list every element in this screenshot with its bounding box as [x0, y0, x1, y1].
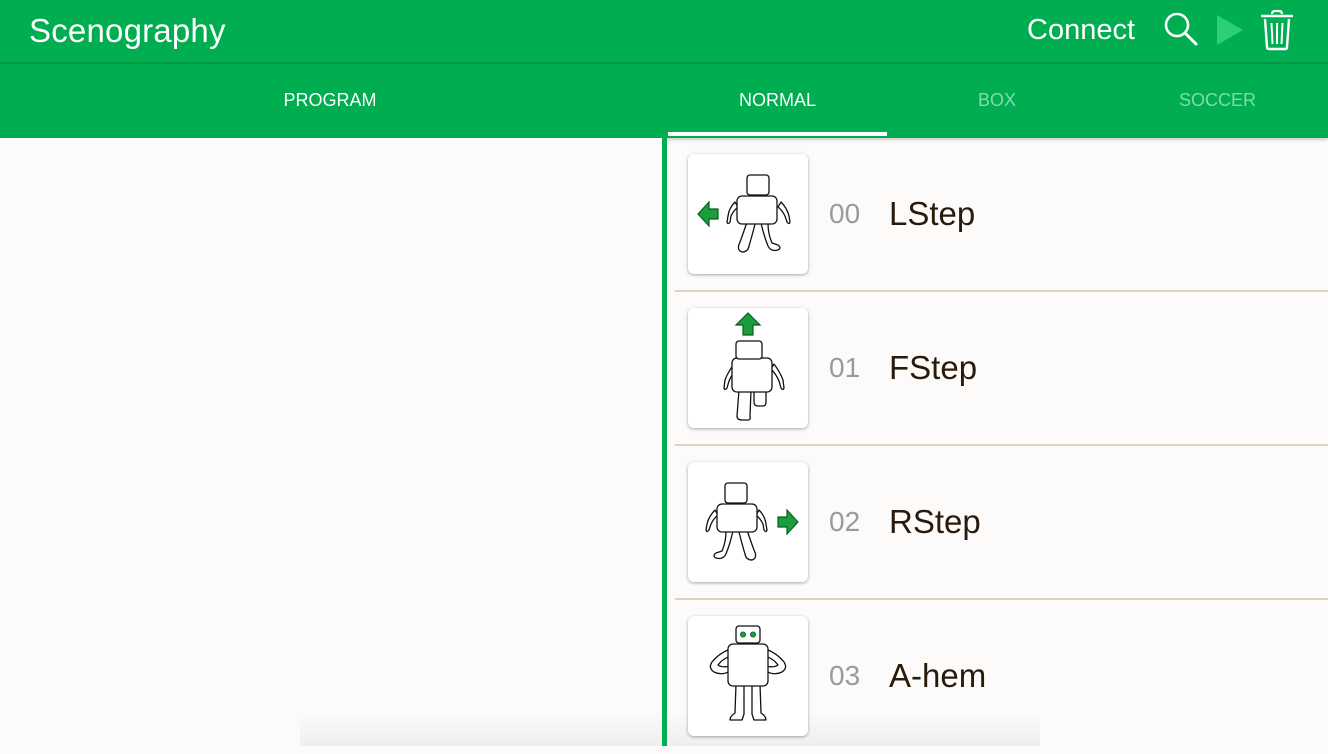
play-icon[interactable] [1214, 12, 1246, 48]
robot-ahem-icon [688, 616, 808, 736]
motion-number: 00 [829, 198, 861, 229]
motion-item-fstep[interactable]: 01 FStep [667, 292, 1328, 446]
motion-item-lstep[interactable]: 00 LStep [667, 138, 1328, 292]
app-bar: Scenography Connect [0, 0, 1328, 62]
tab-box[interactable]: BOX [887, 64, 1107, 138]
robot-step-forward-icon [688, 308, 808, 428]
motion-list: 00 LStep 01 FStep 02 RStep 03 A-hem [667, 138, 1328, 746]
program-area[interactable] [0, 138, 662, 746]
active-tab-indicator [668, 132, 887, 136]
motion-number: 01 [829, 352, 861, 383]
robot-step-right-icon [688, 462, 808, 582]
search-icon[interactable] [1163, 11, 1199, 47]
motion-number: 02 [829, 506, 861, 537]
tab-normal[interactable]: NORMAL [668, 64, 887, 138]
tab-soccer[interactable]: SOCCER [1107, 64, 1328, 138]
connect-button[interactable]: Connect [1027, 14, 1135, 47]
motion-item-ahem[interactable]: 03 A-hem [667, 600, 1328, 754]
tab-program[interactable]: PROGRAM [0, 64, 660, 138]
motion-name: RStep [889, 503, 981, 540]
motion-item-rstep[interactable]: 02 RStep [667, 446, 1328, 600]
robot-step-left-icon [688, 154, 808, 274]
motion-name: FStep [889, 349, 978, 386]
motion-name: LStep [889, 195, 976, 232]
trash-icon[interactable] [1259, 9, 1295, 51]
tab-bar: PROGRAM NORMAL BOX SOCCER [0, 64, 1328, 138]
motion-name: A-hem [889, 657, 987, 694]
motion-number: 03 [829, 660, 861, 691]
app-title: Scenography [29, 12, 226, 49]
